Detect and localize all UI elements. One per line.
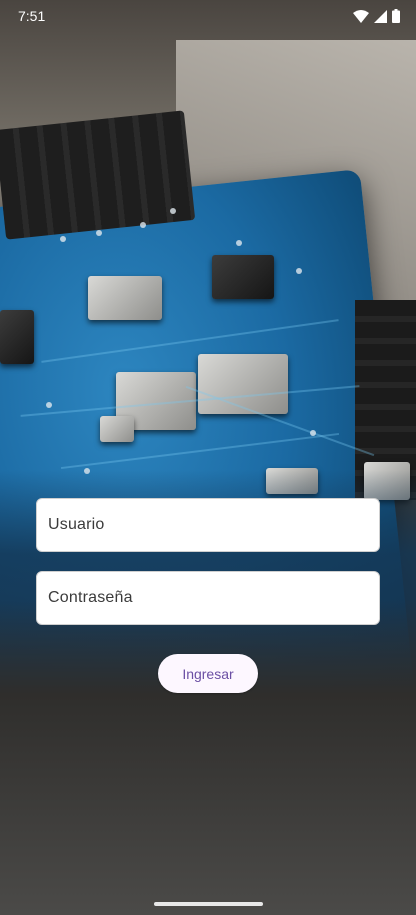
login-screen: 7:51 Usuario Contraseña Ingresar xyxy=(0,0,416,915)
status-time: 7:51 xyxy=(18,8,46,24)
password-placeholder: Contraseña xyxy=(48,589,133,606)
username-field[interactable]: Usuario xyxy=(36,498,380,552)
wifi-icon xyxy=(353,9,369,23)
circuit-board-background-image xyxy=(0,0,416,915)
battery-icon xyxy=(392,9,400,23)
pin-header xyxy=(0,110,196,240)
cell-signal-icon xyxy=(374,9,387,23)
gesture-navigation-handle[interactable] xyxy=(154,902,263,906)
password-field[interactable]: Contraseña xyxy=(36,571,380,625)
status-icons xyxy=(353,9,400,23)
status-bar: 7:51 xyxy=(0,0,416,32)
login-button[interactable]: Ingresar xyxy=(158,654,258,693)
username-placeholder: Usuario xyxy=(48,516,105,533)
